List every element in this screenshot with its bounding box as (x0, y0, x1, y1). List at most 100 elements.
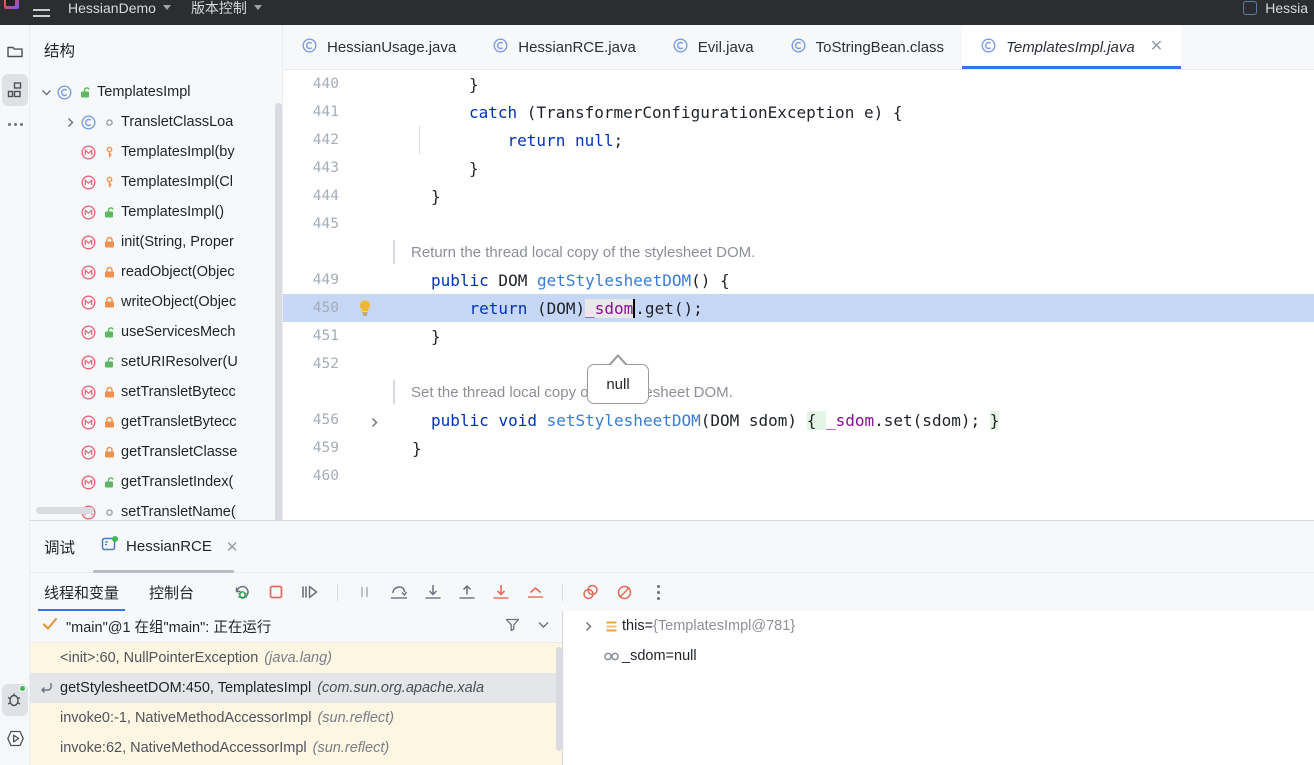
sidebar-item-run[interactable] (0, 719, 30, 757)
method-icon (81, 204, 96, 220)
variables-panel[interactable]: this = {TemplatesImpl@781} _sdom = null (564, 611, 1314, 765)
mute-breakpoints-icon[interactable] (612, 580, 636, 604)
structure-tree-item[interactable]: getTransletClasse (30, 437, 282, 467)
structure-tree-item[interactable]: TransletClassLoa (30, 107, 282, 137)
editor-code-line[interactable]: 440} (283, 70, 1314, 98)
tab-threads-and-variables[interactable]: 线程和变量 (37, 573, 133, 611)
editor-code-line[interactable]: 443} (283, 154, 1314, 182)
step-over-icon[interactable] (387, 580, 411, 604)
code-token: return (507, 130, 566, 150)
editor-tab-tostringbean-class[interactable]: ToStringBean.class (772, 25, 962, 69)
editor-code-line[interactable]: 449 public DOM getStylesheetDOM() { (283, 266, 1314, 294)
code-token: public (431, 410, 489, 430)
intention-bulb-icon[interactable] (355, 298, 375, 318)
frames-scrollbar[interactable] (556, 647, 562, 751)
debug-session-tab[interactable]: HessianRCE ✕ (93, 521, 242, 573)
rail-bottom-group (0, 681, 30, 757)
structure-tree-item[interactable]: getTransletBytecc (30, 407, 282, 437)
resume-program-icon[interactable] (298, 580, 322, 604)
filter-icon[interactable] (504, 616, 521, 638)
force-step-into-icon[interactable] (489, 580, 513, 604)
structure-tree-item[interactable]: setTransletBytecc (30, 377, 282, 407)
folded-javadoc-text[interactable]: Return the thread local copy of the styl… (393, 238, 755, 266)
structure-tree-item[interactable]: TemplatesImpl(by (30, 137, 282, 167)
method-icon (80, 444, 97, 461)
code-editor[interactable]: 440} 441 catch (TransformerConfigurationEx… (283, 70, 1314, 520)
structure-tree-item[interactable]: useServicesMech (30, 317, 282, 347)
editor-tab-templatesimpl-java[interactable]: TemplatesImpl.java ✕ (962, 25, 1182, 69)
more-options-icon[interactable] (646, 580, 670, 604)
run-configuration-selector[interactable]: Hessia (1243, 0, 1308, 21)
thread-selector[interactable]: "main"@1 在组"main": 正在运行 (30, 611, 562, 643)
chevron-right-icon[interactable] (576, 621, 600, 632)
editor-doc-line[interactable]: Set the thread local copy of the stylesh… (283, 378, 1314, 406)
structure-tree-item[interactable]: readObject(Objec (30, 257, 282, 287)
structure-tree-item[interactable]: setURIResolver(U (30, 347, 282, 377)
code-token: void (498, 410, 537, 430)
structure-tree-item[interactable]: init(String, Proper (30, 227, 282, 257)
structure-item-label: getTransletIndex( (121, 474, 234, 490)
editor-code-line[interactable]: 459} (283, 434, 1314, 462)
code-text: public void setStylesheetDOM (DOM sdom) {… (431, 406, 1000, 434)
editor-code-line[interactable]: 460 (283, 462, 1314, 490)
editor-code-line[interactable]: 456 public void setStylesheetDOM (DOM sdom… (283, 406, 1314, 434)
frame-package: (com.sun.org.apache.xala (317, 680, 485, 696)
structure-tree-item[interactable]: getTransletIndex( (30, 467, 282, 497)
tab-console[interactable]: 控制台 (149, 573, 208, 611)
structure-tree-item[interactable]: TemplatesImpl (30, 77, 282, 107)
run-to-cursor-icon[interactable] (523, 580, 547, 604)
editor-doc-line[interactable]: Return the thread local copy of the styl… (283, 238, 1314, 266)
chevron-right-icon[interactable] (60, 117, 80, 128)
structure-tree[interactable]: TemplatesImpl TransletClassLoa TemplatesIm… (30, 75, 282, 520)
more-dots-icon[interactable] (0, 109, 30, 139)
java-class-icon (81, 114, 96, 130)
line-number: 445 (312, 216, 339, 232)
variable-row[interactable]: this = {TemplatesImpl@781} (564, 611, 1314, 641)
editor-tab-evil-java[interactable]: Evil.java (654, 25, 772, 69)
stack-frame-list[interactable]: <init>:60, NullPointerException (java.lan… (30, 643, 562, 765)
stack-frame-row[interactable]: invoke0:-1, NativeMethodAccessorImpl (sun… (30, 703, 562, 733)
editor-tab-hessianrce-java[interactable]: HessianRCE.java (474, 25, 654, 69)
vcs-widget[interactable]: 版本控制 (181, 0, 272, 25)
sidebar-item-debug[interactable] (0, 681, 30, 719)
editor-code-line[interactable]: 452 (283, 350, 1314, 378)
stack-frame-row[interactable]: <init>:60, NullPointerException (java.lan… (30, 643, 562, 673)
structure-item-label: setTransletName( (121, 504, 236, 520)
view-breakpoints-icon[interactable] (578, 580, 602, 604)
editor-code-line[interactable]: 450 return (DOM) _sdom .get(); (283, 294, 1314, 322)
stack-frame-row[interactable]: invoke:62, NativeMethodAccessorImpl (sun.… (30, 733, 562, 763)
structure-horizontal-scrollbar[interactable] (36, 507, 94, 514)
close-icon[interactable]: ✕ (226, 538, 239, 556)
hamburger-menu-icon[interactable] (24, 0, 58, 25)
method-icon (80, 234, 97, 251)
structure-item-label: setURIResolver(U (121, 354, 238, 370)
structure-tree-item[interactable]: TemplatesImpl() (30, 197, 282, 227)
rerun-debug-icon[interactable] (230, 580, 254, 604)
structure-tree-item[interactable]: TemplatesImpl(Cl (30, 167, 282, 197)
editor-code-line[interactable]: 445 (283, 210, 1314, 238)
code-token: } (469, 74, 479, 94)
editor-code-line[interactable]: 444} (283, 182, 1314, 210)
chevron-down-icon[interactable] (36, 87, 56, 98)
folded-javadoc-text[interactable]: Set the thread local copy of the stylesh… (393, 378, 733, 406)
editor-tab-hessianusage-java[interactable]: HessianUsage.java (283, 25, 474, 69)
structure-tree-item[interactable]: writeObject(Objec (30, 287, 282, 317)
structure-vertical-scrollbar[interactable] (275, 103, 282, 520)
stack-frame-row[interactable]: getStylesheetDOM:450, TemplatesImpl (com.… (30, 673, 562, 703)
project-selector[interactable]: HessianDemo (58, 0, 181, 25)
editor-code-line[interactable]: 442 return null; (283, 126, 1314, 154)
sidebar-item-project[interactable] (0, 33, 30, 71)
step-out-icon[interactable] (455, 580, 479, 604)
pause-program-icon[interactable] (353, 580, 377, 604)
sidebar-item-structure[interactable] (0, 71, 30, 109)
method-icon (81, 174, 96, 190)
chevron-down-icon[interactable] (535, 616, 552, 638)
editor-code-line[interactable]: 441 catch (TransformerConfigurationExcept… (283, 98, 1314, 126)
variable-row[interactable]: _sdom = null (564, 641, 1314, 671)
editor-code-line[interactable]: 451} (283, 322, 1314, 350)
stop-icon[interactable] (264, 580, 288, 604)
close-icon[interactable]: ✕ (1150, 39, 1163, 55)
step-into-icon[interactable] (421, 580, 445, 604)
code-fold-expand-icon[interactable] (369, 413, 383, 427)
